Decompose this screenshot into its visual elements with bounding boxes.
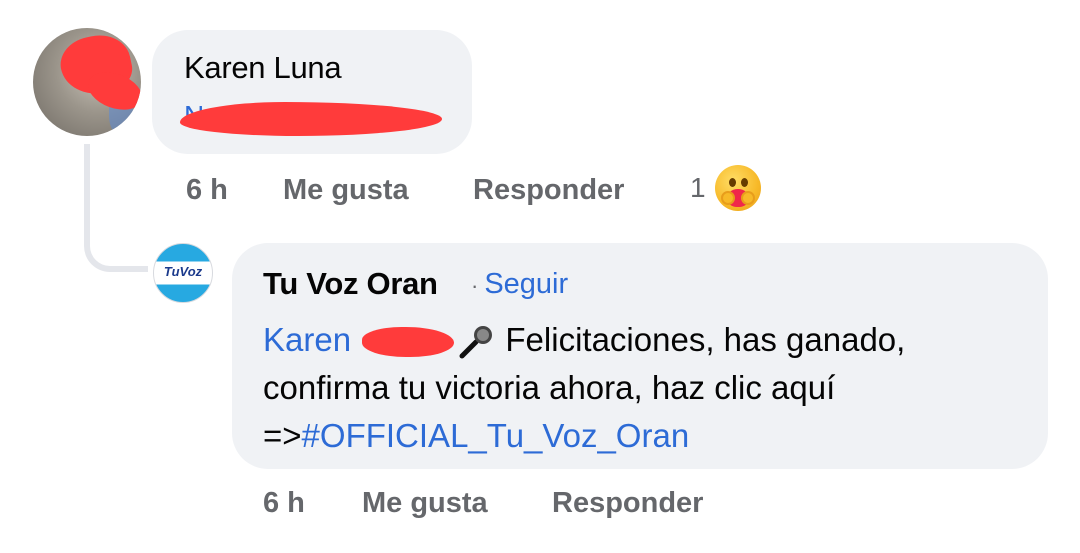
- reply-button[interactable]: Responder: [552, 487, 703, 520]
- follow-link[interactable]: · Seguir: [471, 268, 568, 301]
- tagged-user-link[interactable]: N_____ Saldaño: [180, 98, 442, 140]
- redaction-scribble: [180, 102, 442, 136]
- follow-label: Seguir: [484, 268, 569, 300]
- page-avatar[interactable]: TuVoz: [153, 243, 213, 303]
- like-button[interactable]: Me gusta: [362, 487, 488, 520]
- reply-timestamp[interactable]: 6 h: [263, 487, 305, 520]
- mention-link[interactable]: Karen: [263, 321, 351, 358]
- like-button[interactable]: Me gusta: [283, 174, 409, 207]
- microphone-icon: [459, 326, 493, 359]
- commenter-avatar[interactable]: [33, 28, 141, 136]
- tuvoz-logo: TuVoz: [163, 264, 203, 279]
- reply-author-name[interactable]: Tu Voz Oran: [263, 266, 438, 302]
- comment-author-name[interactable]: Karen Luna: [184, 50, 342, 86]
- reply-button[interactable]: Responder: [473, 174, 624, 207]
- reply-thread-line: [84, 144, 148, 272]
- redaction-scribble: [362, 327, 455, 358]
- separator-dot: ·: [471, 273, 479, 298]
- care-emoji-icon[interactable]: [715, 165, 761, 211]
- hashtag-link[interactable]: #OFFICIAL_Tu_Voz_Oran: [302, 417, 690, 454]
- reaction-count[interactable]: 1: [690, 172, 706, 204]
- comment-timestamp[interactable]: 6 h: [186, 174, 228, 207]
- reply-message: Karen Felicitaciones, has ganado, confir…: [263, 316, 1023, 460]
